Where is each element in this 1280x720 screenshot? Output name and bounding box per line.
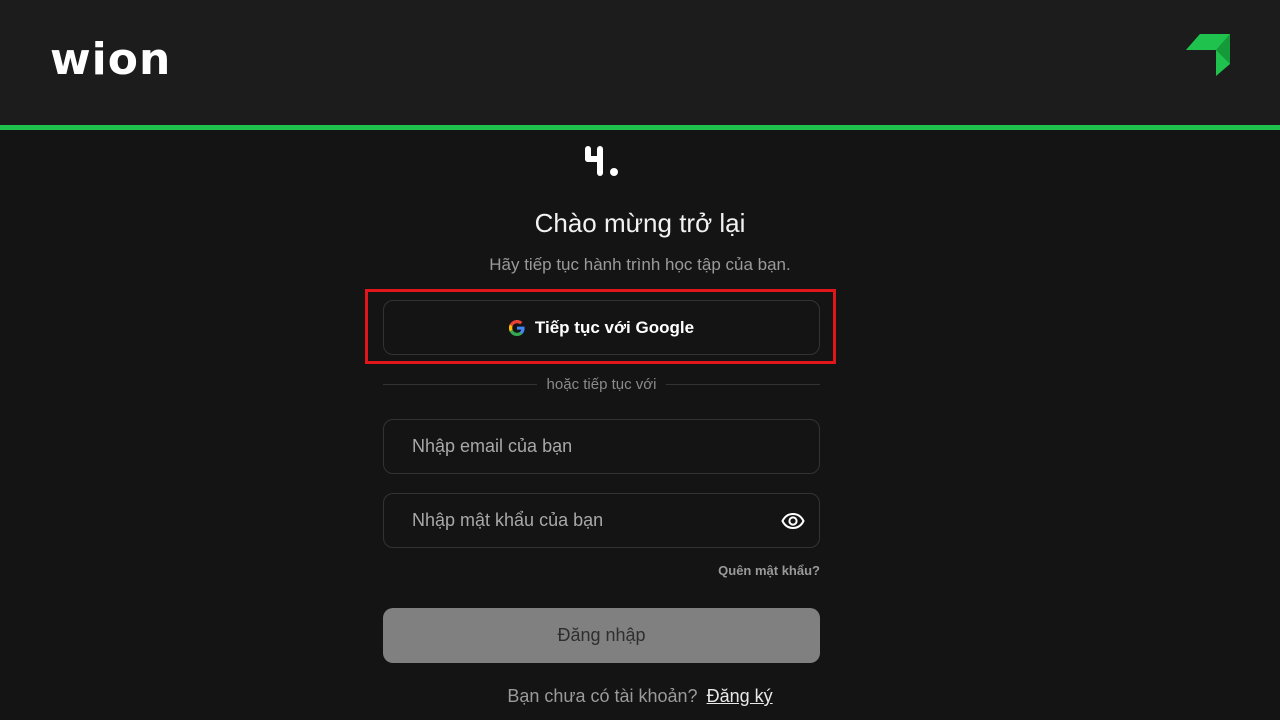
signup-link[interactable]: Đăng ký xyxy=(707,686,773,706)
google-signin-button[interactable]: Tiếp tục với Google xyxy=(383,300,820,355)
google-icon xyxy=(508,319,525,336)
email-field-wrapper xyxy=(383,419,820,474)
page-subtitle: Hãy tiếp tục hành trình học tập của bạn. xyxy=(489,255,791,274)
password-input[interactable] xyxy=(384,494,819,547)
green-arrow-icon[interactable] xyxy=(1186,34,1230,76)
divider-line-right xyxy=(666,383,820,385)
divider-line-left xyxy=(383,383,537,385)
email-input[interactable] xyxy=(384,420,819,473)
page-title: Chào mừng trở lại xyxy=(534,208,746,238)
password-field-wrapper xyxy=(383,493,820,548)
brand-logo[interactable]: wion xyxy=(50,30,171,90)
google-button-label: Tiếp tục với Google xyxy=(534,317,695,337)
top-bar: wion xyxy=(0,0,1280,125)
eye-icon[interactable] xyxy=(781,510,805,532)
signup-prompt: Bạn chưa có tài khoản? xyxy=(507,686,698,706)
login-button[interactable]: Đăng nhập xyxy=(383,608,820,663)
app-logo-icon xyxy=(585,146,618,176)
divider-text: hoặc tiếp tục với xyxy=(546,375,657,393)
or-divider: hoặc tiếp tục với xyxy=(383,372,820,396)
forgot-password-link[interactable]: Quên mật khẩu? xyxy=(718,563,820,578)
signup-row: Bạn chưa có tài khoản? Đăng ký xyxy=(340,683,940,709)
